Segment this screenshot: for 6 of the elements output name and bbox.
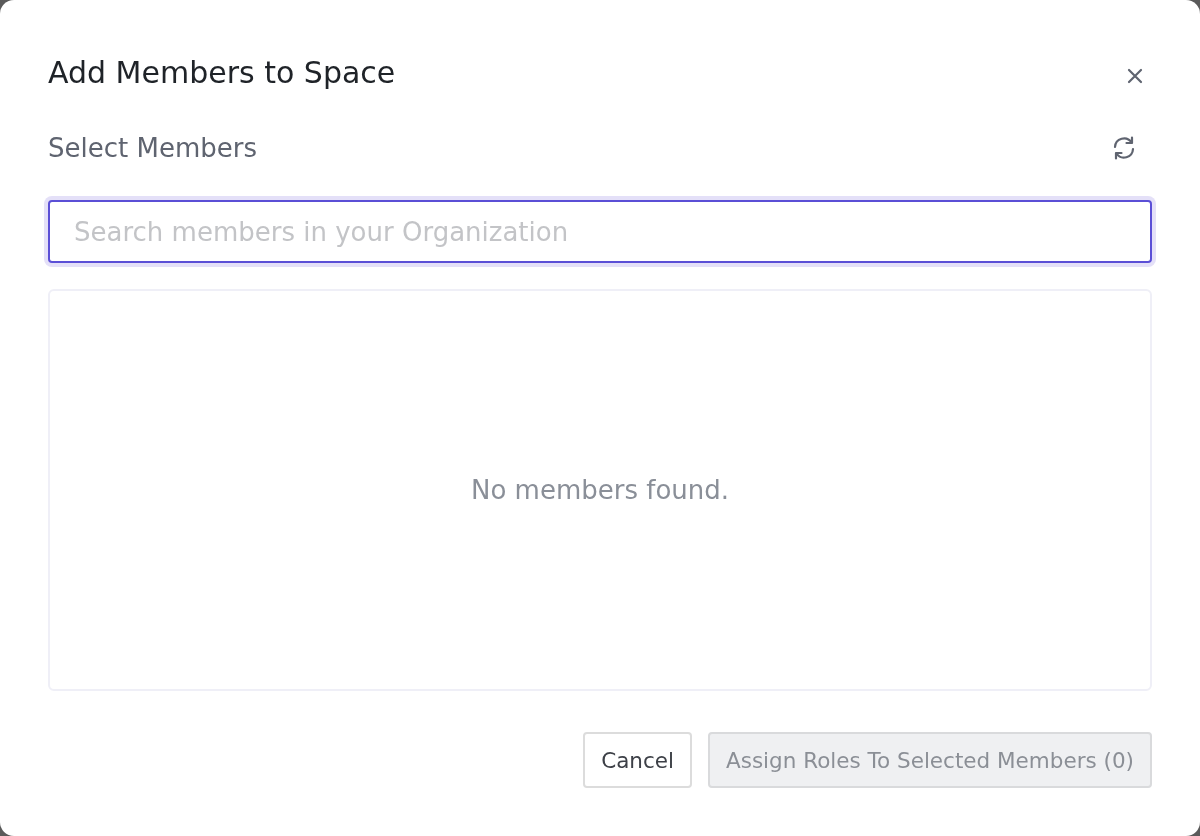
empty-message: No members found.	[470, 475, 730, 505]
section-label: Select Members	[48, 133, 257, 163]
dialog-title: Add Members to Space	[48, 54, 396, 92]
cancel-button[interactable]: Cancel	[583, 732, 692, 788]
close-icon[interactable]	[1127, 68, 1143, 84]
search-field[interactable]: Search members in your Organization	[48, 200, 1152, 263]
